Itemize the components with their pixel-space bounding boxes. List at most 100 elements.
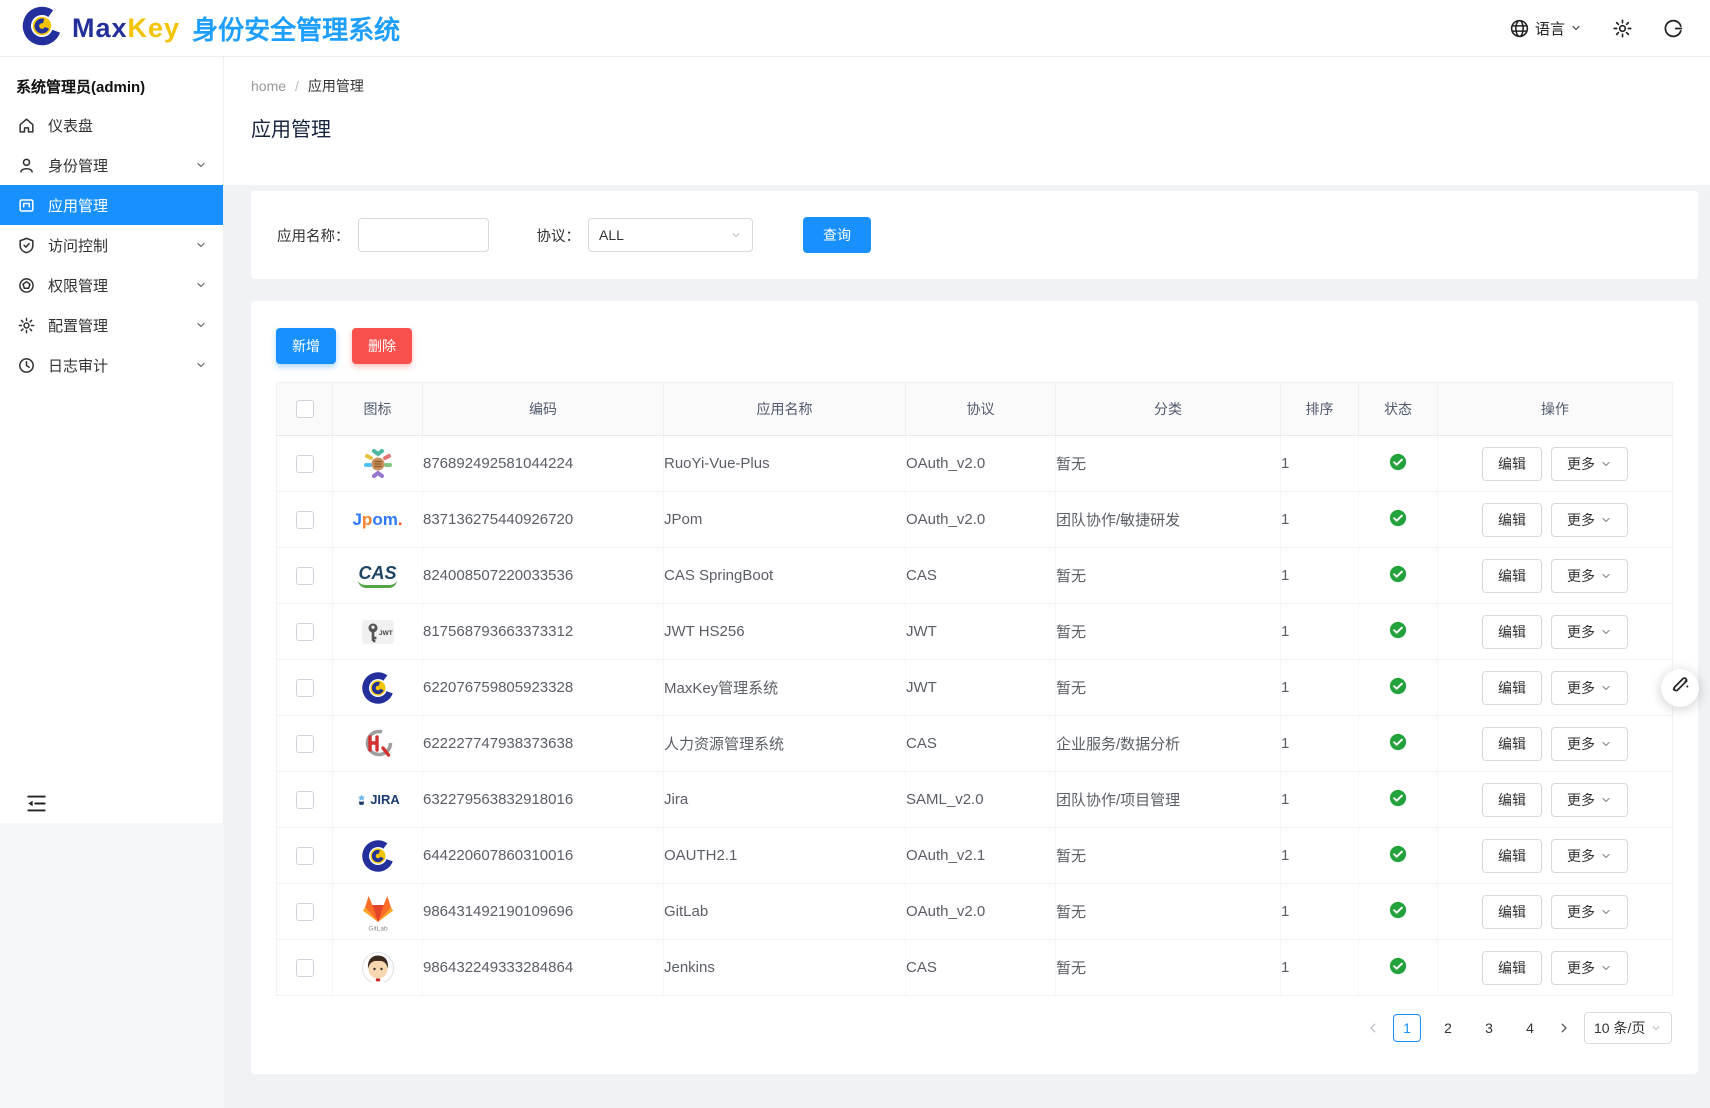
chevron-down-icon bbox=[1600, 962, 1612, 974]
edit-button[interactable]: 编辑 bbox=[1482, 671, 1542, 705]
row-checkbox[interactable] bbox=[296, 679, 314, 697]
prev-page-button[interactable] bbox=[1366, 1021, 1380, 1035]
status-enabled-icon bbox=[1389, 794, 1407, 811]
main-content: home / 应用管理 应用管理 应用名称： 协议： ALL 查询 bbox=[224, 57, 1710, 1108]
page-number-2[interactable]: 2 bbox=[1434, 1014, 1462, 1042]
table-row: GitLab986431492190109696GitLabOAuth_v2.0… bbox=[277, 884, 1673, 940]
product-title: 身份安全管理系统 bbox=[192, 10, 400, 47]
add-button[interactable]: 新增 bbox=[276, 328, 336, 364]
more-button-label: 更多 bbox=[1567, 734, 1595, 754]
maxkey-app-icon bbox=[333, 828, 422, 883]
page-number-4[interactable]: 4 bbox=[1516, 1014, 1544, 1042]
protocol-select[interactable]: ALL bbox=[588, 218, 753, 252]
cell-status bbox=[1359, 828, 1438, 884]
sidebar-item-label: 仪表盘 bbox=[48, 115, 93, 136]
jwt-app-icon: JWT bbox=[333, 604, 422, 659]
sidebar-item-access[interactable]: 访问控制 bbox=[0, 225, 223, 265]
row-checkbox[interactable] bbox=[296, 847, 314, 865]
cell-checkbox bbox=[277, 828, 333, 884]
edit-button[interactable]: 编辑 bbox=[1482, 727, 1542, 761]
sidebar-item-audit[interactable]: 日志审计 bbox=[0, 345, 223, 385]
edit-button[interactable]: 编辑 bbox=[1482, 951, 1542, 985]
row-checkbox[interactable] bbox=[296, 959, 314, 977]
breadcrumb-home-link[interactable]: home bbox=[251, 78, 286, 94]
more-button[interactable]: 更多 bbox=[1551, 839, 1628, 873]
edit-button[interactable]: 编辑 bbox=[1482, 895, 1542, 929]
sidebar-item-apps[interactable]: 应用管理 bbox=[0, 185, 223, 225]
more-button-label: 更多 bbox=[1567, 566, 1595, 586]
edit-button[interactable]: 编辑 bbox=[1482, 447, 1542, 481]
chevron-down-icon bbox=[195, 359, 207, 371]
row-actions: 编辑 更多 bbox=[1438, 559, 1672, 593]
logout-button[interactable] bbox=[1663, 18, 1684, 39]
assistant-float-button[interactable] bbox=[1661, 669, 1699, 707]
edit-button[interactable]: 编辑 bbox=[1482, 615, 1542, 649]
table-row: CAS824008507220033536CAS SpringBootCAS暂无… bbox=[277, 548, 1673, 604]
cell-actions: 编辑更多 bbox=[1438, 884, 1673, 940]
more-button[interactable]: 更多 bbox=[1551, 951, 1628, 985]
edit-button[interactable]: 编辑 bbox=[1482, 503, 1542, 537]
menu-fold-icon[interactable] bbox=[26, 794, 47, 813]
row-checkbox[interactable] bbox=[296, 735, 314, 753]
more-button[interactable]: 更多 bbox=[1551, 895, 1628, 929]
more-button[interactable]: 更多 bbox=[1551, 503, 1628, 537]
pagination: 1234 10 条/页 bbox=[276, 1012, 1672, 1044]
cell-category: 企业服务/数据分析 bbox=[1056, 716, 1281, 772]
table-row: JIRA632279563832918016JiraSAML_v2.0团队协作/… bbox=[277, 772, 1673, 828]
edit-button[interactable]: 编辑 bbox=[1482, 559, 1542, 593]
row-checkbox[interactable] bbox=[296, 455, 314, 473]
page-number-3[interactable]: 3 bbox=[1475, 1014, 1503, 1042]
cell-app-icon: JWT bbox=[333, 604, 423, 660]
chevron-down-icon bbox=[195, 239, 207, 251]
cell-actions: 编辑更多 bbox=[1438, 828, 1673, 884]
cell-app-icon: Jpom. bbox=[333, 492, 423, 548]
cell-checkbox bbox=[277, 716, 333, 772]
next-page-button[interactable] bbox=[1557, 1021, 1571, 1035]
sidebar-item-config[interactable]: 配置管理 bbox=[0, 305, 223, 345]
delete-button[interactable]: 删除 bbox=[352, 328, 412, 364]
search-button[interactable]: 查询 bbox=[803, 217, 871, 253]
more-button[interactable]: 更多 bbox=[1551, 615, 1628, 649]
cell-checkbox bbox=[277, 772, 333, 828]
cell-category: 暂无 bbox=[1056, 604, 1281, 660]
more-button[interactable]: 更多 bbox=[1551, 671, 1628, 705]
row-checkbox[interactable] bbox=[296, 791, 314, 809]
cell-code: 817568793663373312 bbox=[423, 604, 664, 660]
status-enabled-icon bbox=[1389, 570, 1407, 587]
sidebar-item-dashboard[interactable]: 仪表盘 bbox=[0, 105, 223, 145]
app-name-filter-input[interactable] bbox=[358, 218, 489, 252]
cell-sort: 1 bbox=[1281, 548, 1359, 604]
more-button[interactable]: 更多 bbox=[1551, 727, 1628, 761]
edit-button[interactable]: 编辑 bbox=[1482, 839, 1542, 873]
identity-icon bbox=[16, 155, 36, 175]
globe-icon bbox=[1509, 18, 1530, 39]
page-number-1[interactable]: 1 bbox=[1393, 1014, 1421, 1042]
more-button[interactable]: 更多 bbox=[1551, 559, 1628, 593]
more-button[interactable]: 更多 bbox=[1551, 783, 1628, 817]
more-button[interactable]: 更多 bbox=[1551, 447, 1628, 481]
row-checkbox[interactable] bbox=[296, 511, 314, 529]
cell-app-name: CAS SpringBoot bbox=[664, 548, 906, 604]
page-size-select[interactable]: 10 条/页 bbox=[1584, 1012, 1672, 1044]
row-checkbox[interactable] bbox=[296, 623, 314, 641]
cell-app-name: Jira bbox=[664, 772, 906, 828]
chevron-down-icon bbox=[1600, 626, 1612, 638]
row-actions: 编辑更多 bbox=[1438, 895, 1672, 929]
cell-actions: 编辑更多 bbox=[1438, 436, 1673, 492]
row-checkbox[interactable] bbox=[296, 567, 314, 585]
cell-code: 837136275440926720 bbox=[423, 492, 664, 548]
select-all-checkbox[interactable] bbox=[296, 400, 314, 418]
settings-gear-button[interactable] bbox=[1612, 18, 1633, 39]
edit-button[interactable]: 编辑 bbox=[1482, 783, 1542, 817]
cell-checkbox bbox=[277, 436, 333, 492]
cell-category: 暂无 bbox=[1056, 548, 1281, 604]
dashboard-icon bbox=[16, 115, 36, 135]
sidebar-item-permission[interactable]: 权限管理 bbox=[0, 265, 223, 305]
cell-actions: 编辑更多 bbox=[1438, 492, 1673, 548]
sidebar-item-identity[interactable]: 身份管理 bbox=[0, 145, 223, 185]
cell-checkbox bbox=[277, 548, 333, 604]
language-switcher[interactable]: 语言 bbox=[1509, 18, 1582, 39]
breadcrumb: home / 应用管理 bbox=[251, 57, 1710, 96]
maxkey-app-icon bbox=[333, 660, 422, 715]
row-checkbox[interactable] bbox=[296, 903, 314, 921]
